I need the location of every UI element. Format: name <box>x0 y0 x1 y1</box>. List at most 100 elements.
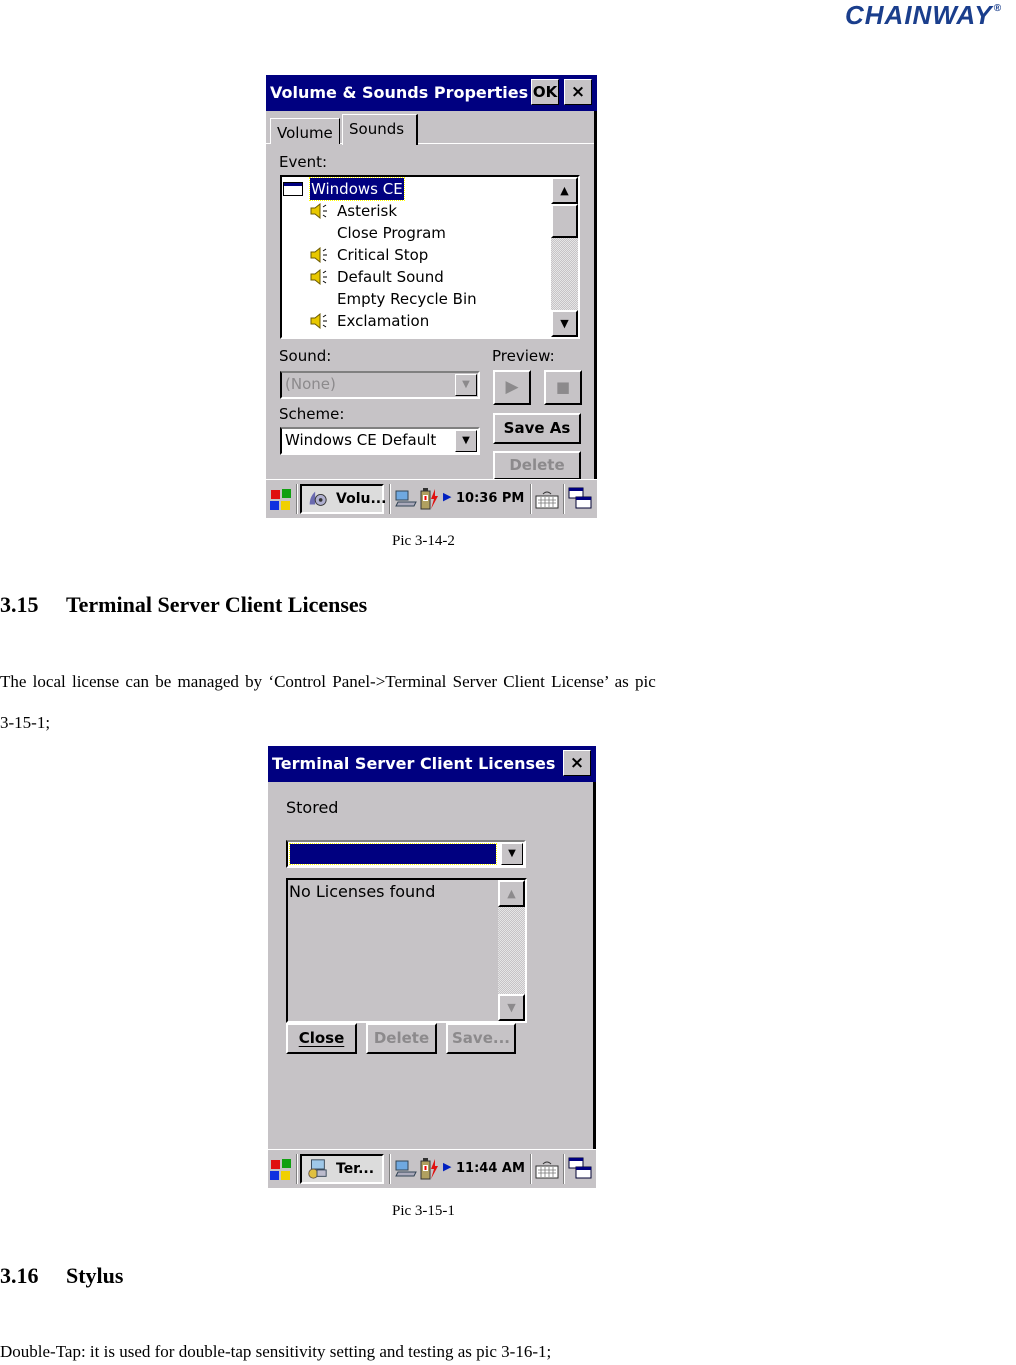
taskbar-separator <box>296 484 298 514</box>
window-border <box>593 782 596 1150</box>
volume-sounds-window: Volume & Sounds Properties OK × Volume S… <box>266 75 597 518</box>
taskbar-separator <box>389 484 391 514</box>
stored-selected-value <box>289 843 497 865</box>
paragraph: The local license can be managed by ‘Con… <box>0 672 656 691</box>
list-item-label: Close Program <box>337 224 446 242</box>
taskbar-separator <box>296 1154 298 1184</box>
ok-button[interactable]: OK <box>531 79 559 105</box>
save-license-button[interactable]: Save... <box>446 1023 516 1054</box>
license-list-text: No Licenses found <box>289 882 436 901</box>
task-label: Ter... <box>336 1161 375 1177</box>
volume-app-icon <box>309 491 327 506</box>
tab-volume[interactable]: Volume <box>270 118 340 144</box>
section-number: 3.15 <box>0 592 39 617</box>
section-heading: 3.15 Terminal Server Client Licenses <box>0 592 367 618</box>
event-label: Event: <box>279 153 328 171</box>
scroll-down-button[interactable]: ▼ <box>498 994 525 1021</box>
play-icon: ▶ <box>505 377 519 397</box>
speaker-icon <box>310 313 327 329</box>
terminal-server-app-icon <box>308 1159 327 1179</box>
battery-icon <box>420 488 438 510</box>
list-item-label: Empty Recycle Bin <box>337 290 477 308</box>
terminal-server-licenses-window: Terminal Server Client Licenses × Stored… <box>268 746 596 1188</box>
desktop-windows-icon[interactable] <box>568 487 592 511</box>
save-as-button[interactable]: Save As <box>493 413 581 444</box>
chevron-down-icon: ▼ <box>455 430 477 452</box>
scheme-label: Scheme: <box>279 405 345 423</box>
figure-caption: Pic 3-15-1 <box>392 1203 455 1219</box>
section-number: 3.16 <box>0 1263 39 1288</box>
network-icon <box>395 490 417 507</box>
taskbar-separator <box>389 1154 391 1184</box>
figure-caption: Pic 3-14-2 <box>392 533 455 549</box>
window-titlebar: Terminal Server Client Licenses <box>268 746 596 782</box>
sound-value: (None) <box>285 375 336 393</box>
clock: 10:36 PM <box>456 491 525 506</box>
sound-dropdown[interactable]: (None) ▼ <box>280 371 480 399</box>
network-icon <box>395 1160 417 1177</box>
taskbar: Volu... ▶ 10:36 PM <box>266 479 597 518</box>
start-windows-icon[interactable] <box>269 488 293 512</box>
scheme-value: Windows CE Default <box>285 431 437 449</box>
close-licenses-button[interactable]: Close <box>286 1023 357 1054</box>
list-item-label: Windows CE <box>309 177 405 201</box>
license-list-scrollbar[interactable]: ▲ ▼ <box>498 880 525 1021</box>
tab-sounds[interactable]: Sounds <box>342 114 418 145</box>
chevron-down-icon: ▼ <box>501 843 523 865</box>
event-list-scrollbar[interactable]: ▲ ▼ <box>551 177 578 337</box>
keyboard-icon[interactable] <box>535 1159 559 1179</box>
list-item-label: Asterisk <box>337 202 398 220</box>
taskbar-separator <box>563 1154 565 1184</box>
close-label: Close <box>298 1029 345 1047</box>
close-button[interactable]: × <box>564 79 592 105</box>
window-title: Terminal Server Client Licenses <box>272 754 556 773</box>
start-windows-icon[interactable] <box>269 1158 293 1182</box>
scroll-thumb[interactable] <box>551 204 578 238</box>
desktop-windows-icon[interactable] <box>568 1157 592 1181</box>
license-list[interactable]: No Licenses found ▲ ▼ <box>286 878 527 1023</box>
tray-expand-icon[interactable]: ▶ <box>443 1160 451 1173</box>
speaker-icon <box>310 247 327 263</box>
list-item-label: Default Sound <box>337 268 444 286</box>
tray-expand-icon[interactable]: ▶ <box>443 490 451 503</box>
event-list[interactable]: Windows CE Asterisk Close Program Critic… <box>280 175 580 339</box>
taskbar: Ter... ▶ 11:44 AM <box>268 1149 596 1188</box>
scroll-up-button[interactable]: ▲ <box>551 177 578 204</box>
taskbar-separator <box>563 484 565 514</box>
section-title: Stylus <box>66 1263 124 1288</box>
scroll-down-button[interactable]: ▼ <box>551 310 578 337</box>
clock: 11:44 AM <box>456 1161 525 1176</box>
delete-license-button[interactable]: Delete <box>366 1023 437 1054</box>
play-button[interactable]: ▶ <box>493 370 531 405</box>
scheme-dropdown[interactable]: Windows CE Default ▼ <box>280 427 480 455</box>
window-icon <box>283 182 303 196</box>
sound-label: Sound: <box>279 347 332 365</box>
keyboard-icon[interactable] <box>535 489 559 509</box>
section-title: Terminal Server Client Licenses <box>66 592 368 617</box>
registered-mark: ® <box>993 3 1002 14</box>
window-border <box>594 111 597 481</box>
brand-name: CHAINWAY <box>845 0 993 30</box>
close-button[interactable]: × <box>563 750 591 776</box>
delete-button[interactable]: Delete <box>493 451 581 480</box>
paragraph: Double-Tap: it is used for double-tap se… <box>0 1342 552 1361</box>
task-label: Volu... <box>336 491 387 507</box>
battery-icon <box>420 1158 438 1180</box>
stored-label: Stored <box>286 798 339 817</box>
list-item-label: Exclamation <box>337 312 430 330</box>
preview-label: Preview: <box>492 347 555 365</box>
taskbar-separator <box>530 1154 532 1184</box>
stored-dropdown[interactable]: ▼ <box>286 840 526 868</box>
taskbar-separator <box>530 484 532 514</box>
stop-icon: ■ <box>555 378 571 396</box>
speaker-icon <box>310 203 327 219</box>
stop-button[interactable]: ■ <box>544 370 582 405</box>
paragraph: 3-15-1; <box>0 713 51 732</box>
taskbar-task-button[interactable]: Volu... <box>300 484 387 514</box>
taskbar-task-button[interactable]: Ter... <box>300 1154 384 1184</box>
chevron-down-icon: ▼ <box>455 374 477 396</box>
speaker-icon <box>310 269 327 285</box>
section-heading: 3.16 Stylus <box>0 1263 123 1289</box>
list-item-label: Critical Stop <box>337 246 429 264</box>
scroll-up-button[interactable]: ▲ <box>498 880 525 907</box>
